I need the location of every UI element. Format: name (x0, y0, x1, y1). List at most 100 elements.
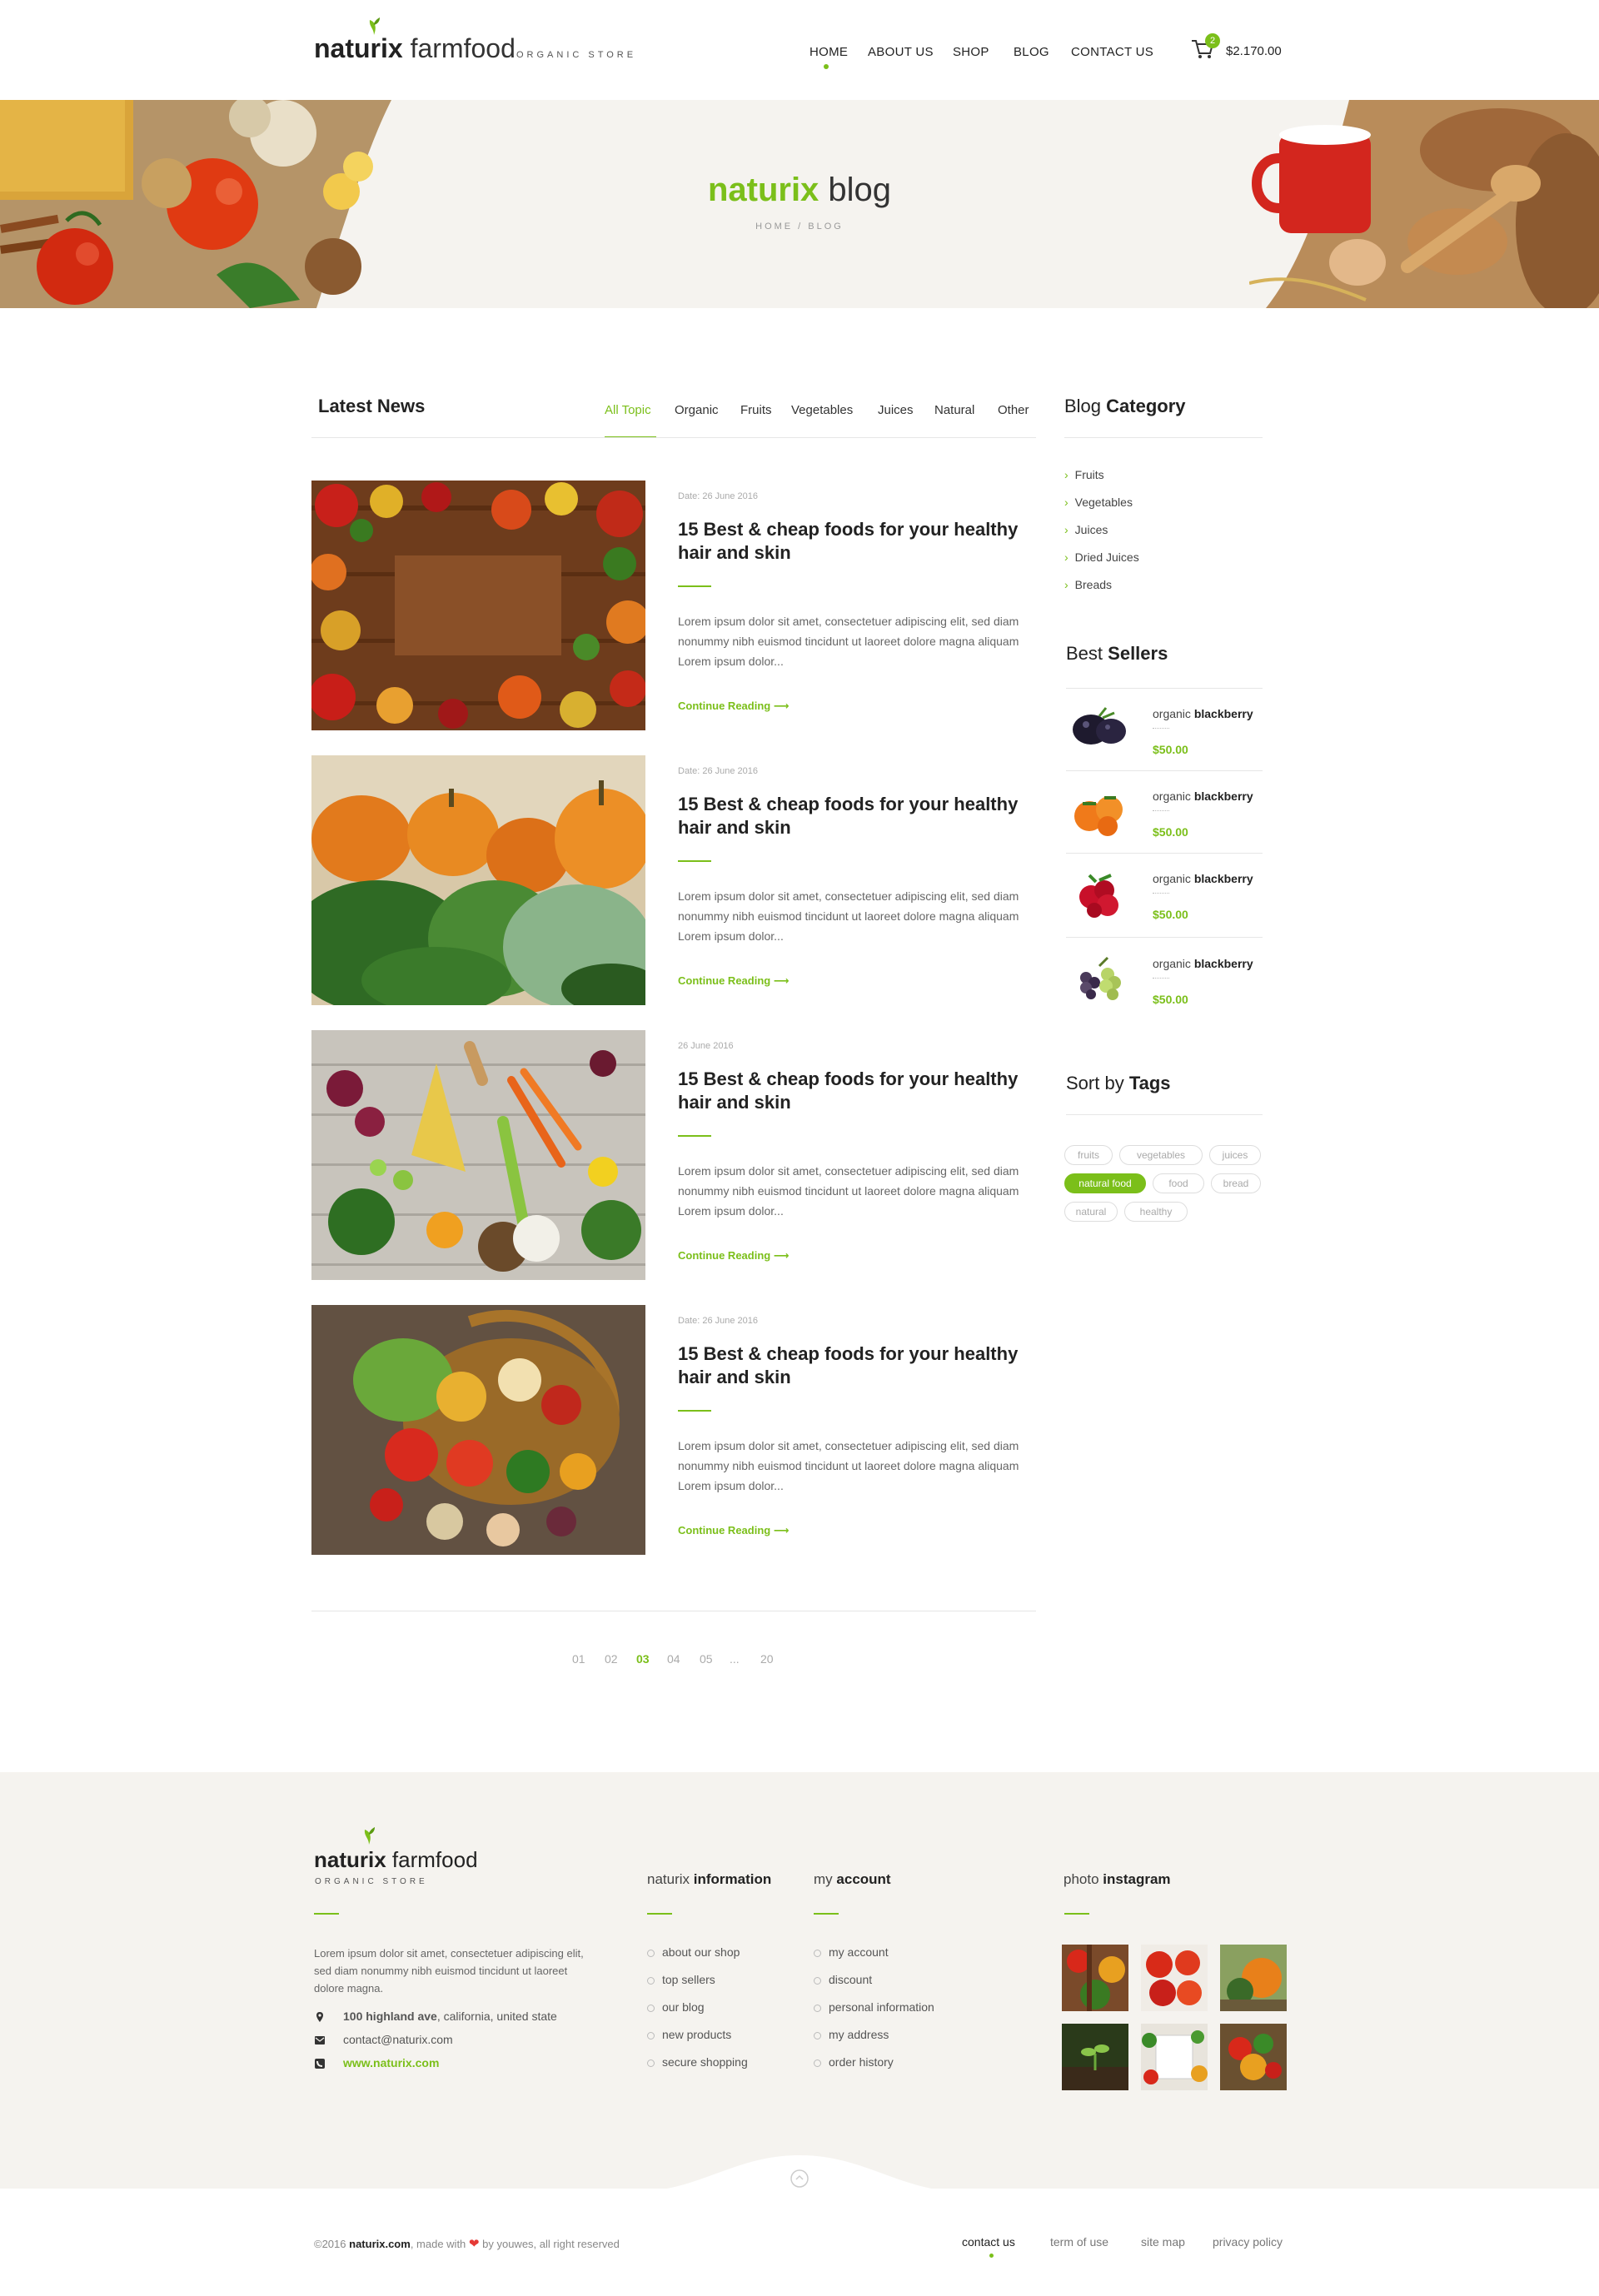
instagram-photo[interactable] (1220, 1945, 1287, 2011)
nav-shop[interactable]: SHOP (953, 45, 989, 59)
nav-home[interactable]: HOME (809, 45, 848, 59)
filter-juices[interactable]: Juices (878, 403, 914, 417)
filter-organic[interactable]: Organic (675, 403, 719, 417)
post-image[interactable] (311, 1030, 645, 1280)
nav-blog[interactable]: BLOG (1014, 45, 1049, 59)
tag[interactable]: food (1153, 1173, 1204, 1193)
category-item[interactable]: › Fruits (1064, 468, 1104, 481)
filter-all-topic[interactable]: All Topic (605, 403, 651, 417)
continue-reading-link[interactable]: Continue Reading ⟶ (678, 700, 789, 713)
continue-reading-link[interactable]: Continue Reading ⟶ (678, 974, 789, 988)
tag[interactable]: bread (1211, 1173, 1261, 1193)
filter-vegetables[interactable]: Vegetables (791, 403, 853, 417)
product-name[interactable]: organic blackberry (1153, 957, 1253, 970)
nav-about-us[interactable]: ABOUT US (868, 45, 934, 59)
circle-bullet-icon (814, 1977, 821, 1985)
post-excerpt: Lorem ipsum dolor sit amet, consectetuer… (678, 615, 1019, 668)
footer-link[interactable]: top sellers (647, 1973, 715, 1986)
pagination-ellipsis: ... (730, 1652, 740, 1666)
continue-reading-link[interactable]: Continue Reading ⟶ (678, 1249, 789, 1263)
category-item[interactable]: › Breads (1064, 578, 1112, 591)
cart-total[interactable]: $2.170.00 (1226, 44, 1282, 58)
dotted-divider (1153, 893, 1169, 894)
blackberries-image[interactable] (1066, 700, 1134, 758)
post-image[interactable] (311, 1305, 645, 1555)
instagram-photo[interactable] (1062, 2024, 1128, 2090)
product-name[interactable]: organic blackberry (1153, 707, 1253, 720)
post-title[interactable]: 15 Best & cheap foods for your healthy h… (678, 518, 1028, 565)
post-title[interactable]: 15 Best & cheap foods for your healthy h… (678, 793, 1028, 839)
page-link-current[interactable]: 03 (636, 1652, 650, 1666)
continue-reading-link[interactable]: Continue Reading ⟶ (678, 1524, 789, 1537)
product-name[interactable]: organic blackberry (1153, 872, 1253, 885)
footer-link[interactable]: about our shop (647, 1945, 740, 1959)
footer-logo[interactable]: naturix farmfood (314, 1847, 478, 1873)
post-title[interactable]: 15 Best & cheap foods for your healthy h… (678, 1068, 1028, 1114)
instagram-photo[interactable] (1141, 2024, 1208, 2090)
tags-title: Sort by Tags (1066, 1073, 1171, 1093)
footer-link[interactable]: secure shopping (647, 2055, 748, 2069)
category-item[interactable]: › Juices (1064, 523, 1108, 536)
page-link[interactable]: 01 (572, 1652, 585, 1666)
scroll-to-top-icon[interactable] (790, 2169, 809, 2189)
blog-category-title: Blog Category (1064, 396, 1186, 416)
nav-contact-us[interactable]: CONTACT US (1071, 45, 1153, 59)
footer-link[interactable]: discount (814, 1973, 872, 1986)
divider (311, 437, 1036, 438)
bottom-link-site-map[interactable]: site map (1141, 2235, 1185, 2249)
filter-other[interactable]: Other (998, 403, 1029, 417)
phone-icon (315, 2059, 325, 2069)
post-title[interactable]: 15 Best & cheap foods for your healthy h… (678, 1342, 1028, 1389)
grapes-image[interactable] (1066, 949, 1134, 1008)
divider (1066, 1114, 1263, 1115)
page-link[interactable]: 02 (605, 1652, 618, 1666)
post-image[interactable] (311, 755, 645, 1005)
breadcrumb[interactable]: HOME / BLOG (0, 222, 1599, 232)
footer-link[interactable]: personal information (814, 2000, 934, 2014)
heart-icon: ❤ (468, 2237, 480, 2251)
post-image[interactable] (311, 481, 645, 730)
footer-link[interactable]: my account (814, 1945, 889, 1959)
cranberries-image[interactable] (1066, 865, 1134, 924)
footer-website-link[interactable]: www.naturix.com (343, 2056, 439, 2069)
tag[interactable]: natural (1064, 1202, 1118, 1222)
footer-email[interactable]: contact@naturix.com (343, 2033, 453, 2046)
dotted-divider (1153, 810, 1169, 811)
post-title-underline (678, 585, 711, 587)
site-logo[interactable]: naturix farmfood (314, 33, 516, 64)
footer-instagram-title: photo instagram (1064, 1871, 1171, 1887)
active-link-indicator (989, 2254, 994, 2258)
chevron-right-icon: › (1064, 578, 1068, 591)
tag-active[interactable]: natural food (1064, 1173, 1146, 1193)
footer-title-underline (1064, 1913, 1089, 1915)
product-price: $50.00 (1153, 825, 1188, 839)
footer-link[interactable]: new products (647, 2028, 731, 2041)
filter-fruits[interactable]: Fruits (740, 403, 772, 417)
page-link[interactable]: 04 (667, 1652, 680, 1666)
bottom-link-term-of-use[interactable]: term of use (1050, 2235, 1108, 2249)
tag[interactable]: juices (1209, 1145, 1261, 1165)
post-date: Date: 26 June 2016 (678, 766, 759, 776)
arrow-right-icon: ⟶ (773, 974, 790, 987)
site-footer (0, 1772, 1599, 2189)
tag[interactable]: healthy (1124, 1202, 1188, 1222)
tag[interactable]: vegetables (1119, 1145, 1203, 1165)
persimmons-image[interactable] (1066, 783, 1134, 841)
filter-natural[interactable]: Natural (934, 403, 974, 417)
product-name[interactable]: organic blackberry (1153, 789, 1253, 803)
instagram-photo[interactable] (1220, 2024, 1287, 2090)
category-item[interactable]: › Vegetables (1064, 496, 1133, 509)
footer-link[interactable]: order history (814, 2055, 894, 2069)
instagram-photo[interactable] (1141, 1945, 1208, 2011)
category-item[interactable]: › Dried Juices (1064, 550, 1139, 564)
footer-link[interactable]: our blog (647, 2000, 705, 2014)
page-link[interactable]: 20 (760, 1652, 774, 1666)
instagram-photo[interactable] (1062, 1945, 1128, 2011)
footer-link[interactable]: my address (814, 2028, 889, 2041)
page-link[interactable]: 05 (700, 1652, 713, 1666)
post-date: Date: 26 June 2016 (678, 1316, 759, 1326)
bottom-link-contact-us[interactable]: contact us (962, 2235, 1015, 2249)
post-title-underline (678, 1410, 711, 1412)
bottom-link-privacy-policy[interactable]: privacy policy (1213, 2235, 1283, 2249)
tag[interactable]: fruits (1064, 1145, 1113, 1165)
